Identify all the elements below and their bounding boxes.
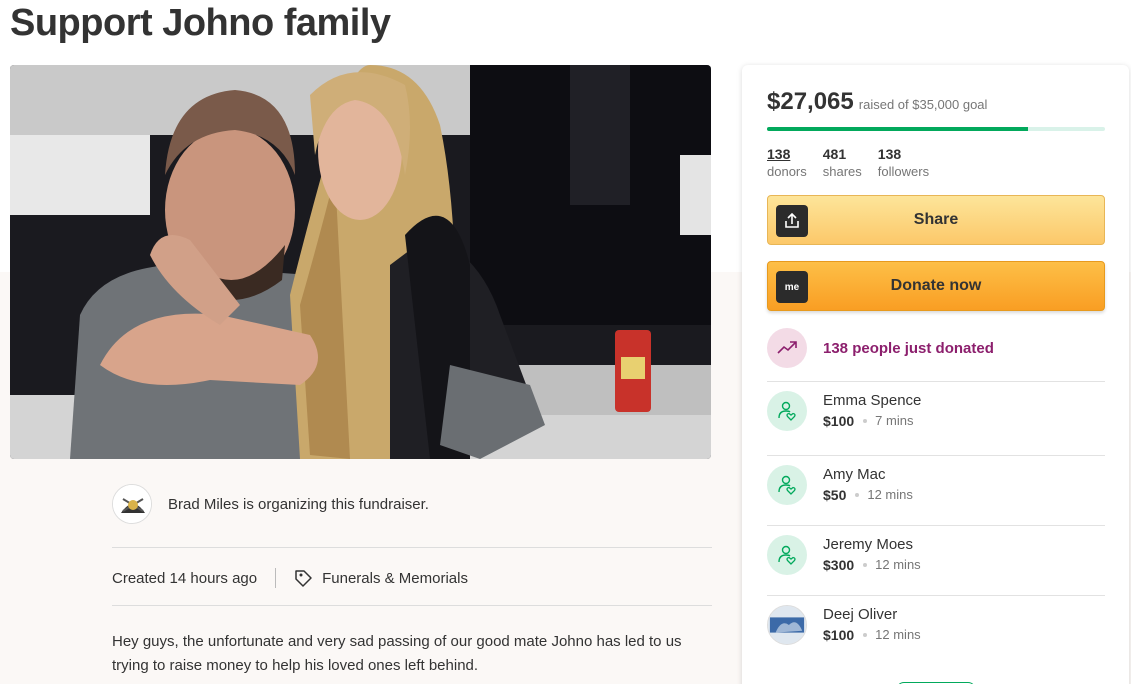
- donor-name: Emma Spence: [823, 392, 922, 409]
- dot-separator: [863, 419, 868, 423]
- page-title: Support Johno family: [10, 2, 391, 44]
- donor-divider: [767, 381, 1105, 382]
- donate-label: Donate now: [890, 277, 982, 294]
- donation-meta: $50 12 mins: [823, 485, 913, 505]
- organizer-avatar[interactable]: [112, 484, 152, 524]
- organizer-text: Brad Miles is organizing this fundraiser…: [168, 495, 429, 513]
- raised-amount: $27,065: [767, 88, 854, 115]
- recent-donations-text[interactable]: 138 people just donated: [823, 340, 994, 357]
- tag-icon: [294, 568, 314, 588]
- share-button[interactable]: Share: [767, 195, 1105, 245]
- category-link[interactable]: Funerals & Memorials: [322, 570, 468, 587]
- campaign-meta: Created 14 hours ago Funerals & Memorial…: [112, 564, 468, 592]
- donation-item: Emma Spence $100 7 mins: [767, 383, 1105, 439]
- stat-value: 481: [822, 146, 847, 162]
- donation-amount: $100: [823, 627, 855, 643]
- donate-button[interactable]: me Donate now: [767, 261, 1105, 311]
- donation-item: Deej Oliver $100 12 mins: [767, 597, 1105, 653]
- donation-meta: $300 12 mins: [823, 555, 921, 575]
- stat-donors[interactable]: 138 donors: [767, 146, 807, 180]
- donor-heart-icon: [767, 535, 807, 575]
- donor-divider: [767, 525, 1105, 526]
- donor-divider: [767, 455, 1105, 456]
- dot-separator: [863, 563, 868, 567]
- donor-divider: [767, 595, 1105, 596]
- donation-info: Deej Oliver $100 12 mins: [823, 605, 921, 645]
- recent-donations-header: 138 people just donated: [767, 328, 994, 368]
- stat-label: shares: [822, 164, 862, 179]
- donation-time: 12 mins: [875, 627, 921, 642]
- donation-meta: $100 7 mins: [823, 411, 921, 431]
- donation-time: 12 mins: [867, 487, 913, 502]
- donation-amount: $300: [823, 557, 855, 573]
- dot-separator: [863, 633, 868, 637]
- share-label: Share: [913, 211, 959, 228]
- donor-heart-icon: [767, 465, 807, 505]
- trending-up-icon: [767, 328, 807, 368]
- donation-amount: $50: [823, 487, 847, 503]
- donation-info: Emma Spence $100 7 mins: [823, 391, 921, 431]
- stat-value: 138: [877, 146, 902, 162]
- share-icon: [776, 205, 808, 237]
- donor-name: Amy Mac: [823, 466, 886, 483]
- donor-name: Jeremy Moes: [823, 536, 914, 553]
- gofundme-icon: me: [776, 271, 808, 303]
- stat-shares: 481 shares: [823, 146, 862, 180]
- stat-label: followers: [877, 164, 930, 179]
- donation-amount: $100: [823, 413, 855, 429]
- donor-heart-icon: [767, 391, 807, 431]
- donor-name: Deej Oliver: [823, 606, 898, 623]
- goal-text: raised of $35,000 goal: [858, 97, 988, 112]
- dot-separator: [855, 493, 860, 497]
- donation-info: Amy Mac $50 12 mins: [823, 465, 913, 505]
- stat-value[interactable]: 138: [767, 146, 807, 163]
- progress-fill: [767, 127, 1029, 131]
- donation-time: 7 mins: [875, 413, 914, 428]
- progress-bar: [767, 127, 1105, 131]
- meta-separator: [275, 568, 277, 588]
- donate-icon-text: me: [784, 281, 800, 293]
- divider: [112, 547, 712, 548]
- campaign-photo[interactable]: [10, 65, 711, 459]
- donation-item: Amy Mac $50 12 mins: [767, 457, 1105, 513]
- donation-item: Jeremy Moes $300 12 mins: [767, 527, 1105, 583]
- stat-followers: 138 followers: [878, 146, 929, 180]
- stats-row: 138 donors 481 shares 138 followers: [767, 146, 945, 180]
- organizer-row: Brad Miles is organizing this fundraiser…: [112, 482, 712, 526]
- amount-row: $27,065 raised of $35,000 goal: [767, 88, 987, 116]
- donation-time: 12 mins: [875, 557, 921, 572]
- donation-sidebar: $27,065 raised of $35,000 goal 138 donor…: [742, 65, 1129, 684]
- donation-meta: $100 12 mins: [823, 625, 921, 645]
- created-time: Created 14 hours ago: [112, 569, 258, 587]
- story-text: Hey guys, the unfortunate and very sad p…: [112, 633, 682, 674]
- divider: [112, 605, 712, 606]
- donation-info: Jeremy Moes $300 12 mins: [823, 535, 921, 575]
- stat-label: donors: [767, 164, 807, 179]
- donor-photo: [767, 605, 807, 645]
